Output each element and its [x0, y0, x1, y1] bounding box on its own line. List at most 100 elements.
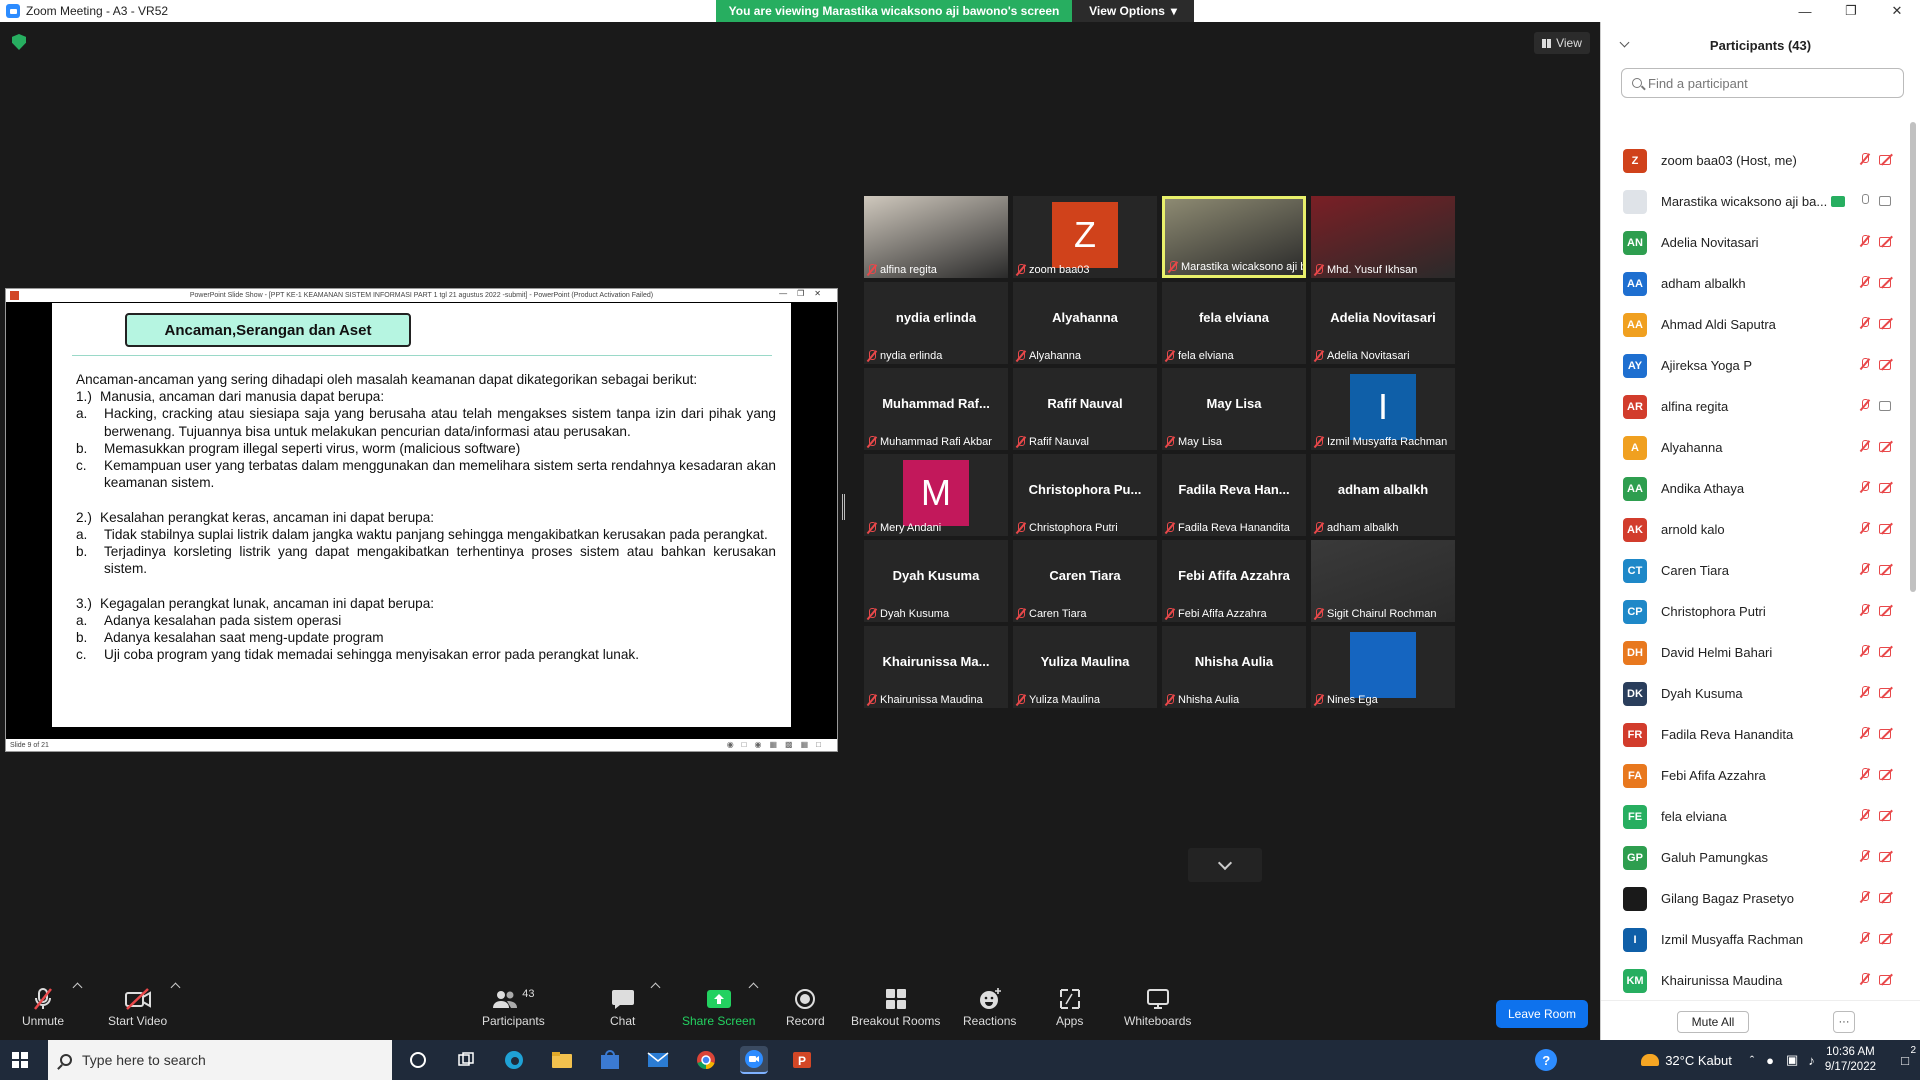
video-tile[interactable]: Alyahanna Alyahanna — [1013, 282, 1157, 364]
participant-row[interactable]: FA Febi Afifa Azzahra — [1601, 755, 1901, 796]
participant-row[interactable]: I Izmil Musyaffa Rachman — [1601, 919, 1901, 960]
participant-row[interactable]: KM Khairunissa Maudina — [1601, 960, 1901, 1001]
zoom-taskbar-icon[interactable] — [740, 1046, 768, 1074]
participant-row[interactable]: AA adham albalkh — [1601, 263, 1901, 304]
video-tile[interactable]: Marastika wicaksono aji ba... — [1162, 196, 1306, 278]
video-tile[interactable]: I Izmil Musyaffa Rachman — [1311, 368, 1455, 450]
video-tile[interactable]: Yuliza Maulina Yuliza Maulina — [1013, 626, 1157, 708]
participant-name-center: Febi Afifa Azzahra — [1178, 568, 1290, 583]
video-tile[interactable]: Sigit Chairul Rochman — [1311, 540, 1455, 622]
video-tile[interactable]: May Lisa May Lisa — [1162, 368, 1306, 450]
task-view-icon[interactable] — [452, 1046, 480, 1074]
video-tile[interactable]: alfina regita — [864, 196, 1008, 278]
close-icon[interactable]: ✕ — [1874, 0, 1920, 22]
video-tile[interactable]: fela elviana fela elviana — [1162, 282, 1306, 364]
powerpoint-taskbar-icon[interactable]: P — [788, 1046, 816, 1074]
participant-search-input[interactable]: Find a participant — [1621, 68, 1904, 98]
video-tile[interactable]: Mhd. Yusuf Ikhsan — [1311, 196, 1455, 278]
edge-browser-icon[interactable] — [500, 1046, 528, 1074]
gallery-next-page-button[interactable] — [1188, 848, 1262, 882]
video-tile[interactable]: Nines Ega — [1311, 626, 1455, 708]
minimize-icon[interactable]: — — [1782, 0, 1828, 22]
unmute-button[interactable]: Unmute — [22, 986, 64, 1028]
start-video-button[interactable]: Start Video — [108, 986, 167, 1028]
participant-row[interactable]: CT Caren Tiara — [1601, 550, 1901, 591]
chat-options-caret[interactable] — [650, 982, 661, 993]
weather-text[interactable]: 32°C Kabut — [1665, 1053, 1732, 1068]
video-options-caret[interactable] — [170, 982, 181, 993]
video-tile[interactable]: nydia erlinda nydia erlinda — [864, 282, 1008, 364]
file-explorer-icon[interactable] — [548, 1046, 576, 1074]
participant-row[interactable]: Gilang Bagaz Prasetyo — [1601, 878, 1901, 919]
video-tile[interactable]: Febi Afifa Azzahra Febi Afifa Azzahra — [1162, 540, 1306, 622]
volume-icon[interactable]: ♪ — [1808, 1053, 1815, 1068]
participant-row[interactable]: AA Andika Athaya — [1601, 468, 1901, 509]
whiteboards-button[interactable]: Whiteboards — [1124, 986, 1191, 1028]
participant-list-scrollbar[interactable] — [1910, 122, 1916, 592]
network-icon[interactable]: ▣ — [1786, 1052, 1798, 1068]
mic-muted-icon — [1016, 522, 1025, 534]
participant-row[interactable]: CP Christophora Putri — [1601, 591, 1901, 632]
participant-row[interactable]: DH David Helmi Bahari — [1601, 632, 1901, 673]
share-screen-label: Share Screen — [682, 1014, 756, 1028]
participant-row[interactable]: FE fela elviana — [1601, 796, 1901, 837]
participant-row[interactable]: AK arnold kalo — [1601, 509, 1901, 550]
participant-row[interactable]: Zzoom baa03 (Host, me) — [1601, 140, 1901, 181]
video-tile[interactable]: Dyah Kusuma Dyah Kusuma — [864, 540, 1008, 622]
participant-row[interactable]: AN Adelia Novitasari — [1601, 222, 1901, 263]
record-button[interactable]: Record — [786, 986, 825, 1028]
search-icon — [60, 1054, 72, 1066]
participant-name-center: Rafif Nauval — [1047, 396, 1123, 411]
chevron-up-icon[interactable]: ˆ — [1750, 1053, 1754, 1068]
share-screen-button[interactable]: Share Screen — [682, 986, 755, 1028]
chrome-icon[interactable] — [692, 1046, 720, 1074]
record-icon — [794, 986, 816, 1012]
participant-row[interactable]: AR alfina regita — [1601, 386, 1901, 427]
video-tile[interactable]: adham albalkh adham albalkh — [1311, 454, 1455, 536]
encryption-shield-icon[interactable] — [12, 34, 26, 50]
microsoft-store-icon[interactable] — [596, 1046, 624, 1074]
audio-options-caret[interactable] — [72, 982, 83, 993]
video-tile[interactable]: Christophora Pu... Christophora Putri — [1013, 454, 1157, 536]
view-button[interactable]: View — [1534, 32, 1590, 54]
video-tile[interactable]: Caren Tiara Caren Tiara — [1013, 540, 1157, 622]
breakout-rooms-button[interactable]: Breakout Rooms — [851, 986, 940, 1028]
reactions-button[interactable]: Reactions — [963, 986, 1016, 1028]
participant-status-icons — [1860, 522, 1895, 534]
participant-row[interactable]: Marastika wicaksono aji ba... — [1601, 181, 1901, 222]
video-tile[interactable]: Adelia Novitasari Adelia Novitasari — [1311, 282, 1455, 364]
video-tile[interactable]: Khairunissa Ma... Khairunissa Maudina — [864, 626, 1008, 708]
video-tile[interactable]: Muhammad Raf... Muhammad Rafi Akbar — [864, 368, 1008, 450]
notifications-icon[interactable]: □ 2 — [1890, 1045, 1920, 1068]
cortana-icon[interactable] — [404, 1046, 432, 1074]
video-tile[interactable]: Zzoom baa03 — [1013, 196, 1157, 278]
leave-room-button[interactable]: Leave Room — [1496, 1000, 1588, 1028]
microphone-tray-icon[interactable]: ● — [1766, 1053, 1774, 1068]
participant-row[interactable]: FR Fadila Reva Hanandita — [1601, 714, 1901, 755]
apps-button[interactable]: Apps — [1056, 986, 1083, 1028]
collapse-panel-icon[interactable] — [1619, 37, 1630, 48]
more-options-button[interactable]: ··· — [1833, 1011, 1855, 1033]
participants-button[interactable]: 43 Participants — [482, 986, 545, 1028]
taskbar-clock[interactable]: 10:36 AM 9/17/2022 — [1825, 1045, 1876, 1075]
participant-row[interactable]: GP Galuh Pamungkas — [1601, 837, 1901, 878]
windows-start-icon[interactable] — [12, 1052, 28, 1068]
participant-row[interactable]: AA Ahmad Aldi Saputra — [1601, 304, 1901, 345]
restore-icon[interactable]: ❐ — [1828, 0, 1874, 22]
video-tile[interactable]: Rafif Nauval Rafif Nauval — [1013, 368, 1157, 450]
mute-all-button[interactable]: Mute All — [1677, 1011, 1749, 1033]
split-divider-handle[interactable] — [842, 494, 845, 520]
help-icon[interactable]: ? — [1535, 1049, 1558, 1071]
taskbar-search-box[interactable]: Type here to search — [48, 1040, 392, 1080]
view-options-button[interactable]: View Options ▾ — [1072, 0, 1194, 22]
video-tile[interactable]: M Mery Andani — [864, 454, 1008, 536]
participant-row[interactable]: A Alyahanna — [1601, 427, 1901, 468]
mic-muted-icon — [1314, 350, 1323, 362]
video-tile[interactable]: Fadila Reva Han... Fadila Reva Hanandita — [1162, 454, 1306, 536]
mail-icon[interactable] — [644, 1046, 672, 1074]
chat-button[interactable]: Chat — [610, 986, 635, 1028]
participant-row[interactable]: DK Dyah Kusuma — [1601, 673, 1901, 714]
video-tile[interactable]: Nhisha Aulia Nhisha Aulia — [1162, 626, 1306, 708]
participant-row[interactable]: AY Ajireksa Yoga P — [1601, 345, 1901, 386]
mic-muted-icon — [1165, 694, 1174, 706]
